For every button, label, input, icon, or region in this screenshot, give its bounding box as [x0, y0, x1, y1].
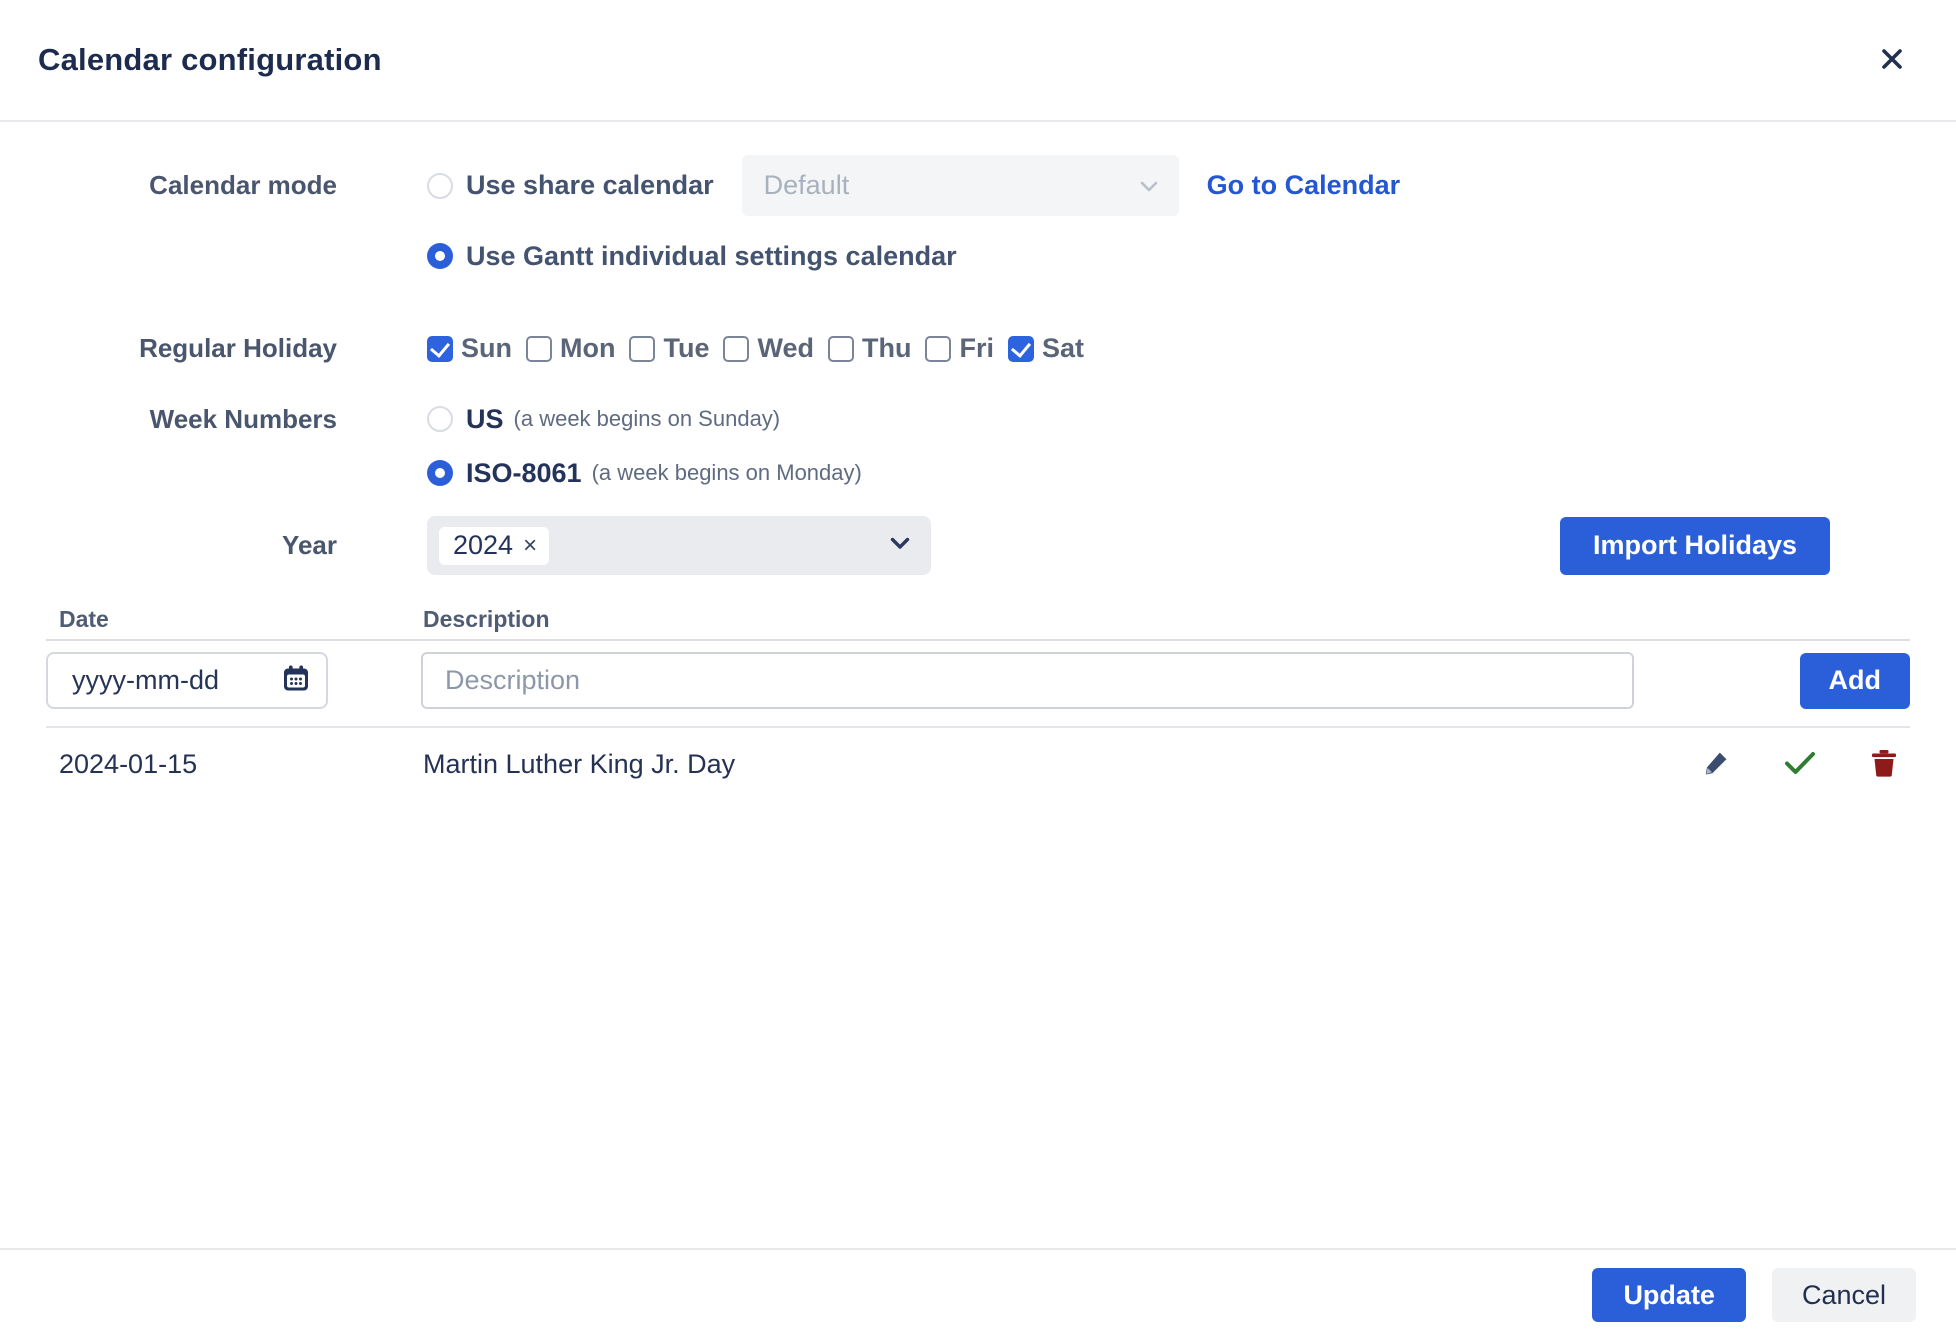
close-icon [1877, 44, 1907, 77]
checkbox-fri[interactable] [925, 336, 951, 362]
calendar-mode-label: Calendar mode [0, 155, 337, 276]
week-numbers-row: Week Numbers US (a week begins on Sunday… [0, 399, 1830, 493]
day-sun: Sun [427, 333, 512, 364]
day-fri: Fri [925, 333, 994, 364]
day-label: Wed [757, 333, 814, 364]
checkbox-sat[interactable] [1008, 336, 1034, 362]
description-input[interactable] [421, 652, 1634, 709]
day-label: Fri [959, 333, 994, 364]
confirm-button[interactable] [1782, 746, 1818, 782]
table-header-row: Date Description [46, 599, 1910, 639]
cancel-button[interactable]: Cancel [1772, 1268, 1916, 1322]
update-button[interactable]: Update [1592, 1268, 1746, 1322]
checkbox-mon[interactable] [526, 336, 552, 362]
holiday-table: Date Description Add [46, 599, 1910, 800]
radio-use-share-calendar[interactable] [427, 173, 453, 199]
share-calendar-select[interactable]: Default [742, 155, 1179, 216]
page-title: Calendar configuration [38, 42, 382, 78]
year-select[interactable]: 2024 × [427, 516, 931, 575]
radio-week-iso[interactable] [427, 460, 453, 486]
day-label: Mon [560, 333, 615, 364]
week-us-note: (a week begins on Sunday) [514, 406, 781, 432]
use-share-calendar-label: Use share calendar [466, 170, 714, 201]
edit-button[interactable] [1698, 746, 1734, 782]
year-tag: 2024 × [439, 527, 549, 565]
radio-use-gantt-calendar[interactable] [427, 243, 453, 269]
year-tag-value: 2024 [453, 530, 513, 561]
day-label: Sun [461, 333, 512, 364]
pencil-icon [1701, 748, 1731, 781]
share-calendar-select-value: Default [764, 170, 850, 201]
day-sat: Sat [1008, 333, 1084, 364]
dialog-footer: Update Cancel [0, 1248, 1956, 1340]
chevron-down-icon [1139, 170, 1159, 201]
regular-holiday-row: Regular Holiday Sun Mon Tue Wed [0, 333, 1830, 364]
date-input[interactable] [46, 652, 328, 709]
add-button[interactable]: Add [1800, 653, 1910, 709]
checkbox-sun[interactable] [427, 336, 453, 362]
checkbox-wed[interactable] [723, 336, 749, 362]
trash-icon [1870, 748, 1898, 781]
day-mon: Mon [526, 333, 615, 364]
holiday-date: 2024-01-15 [46, 749, 421, 780]
table-row: 2024-01-15 Martin Luther King Jr. Day [46, 728, 1910, 800]
week-us-label: US [466, 404, 504, 435]
holiday-description: Martin Luther King Jr. Day [421, 749, 1660, 780]
regular-holiday-label: Regular Holiday [0, 333, 337, 364]
day-tue: Tue [629, 333, 709, 364]
checkbox-tue[interactable] [629, 336, 655, 362]
radio-week-us[interactable] [427, 406, 453, 432]
day-thu: Thu [828, 333, 911, 364]
week-iso-note: (a week begins on Monday) [592, 460, 862, 486]
dialog-header: Calendar configuration [0, 0, 1956, 122]
regular-holiday-checkbox-group: Sun Mon Tue Wed Thu [427, 333, 1830, 364]
go-to-calendar-link[interactable]: Go to Calendar [1207, 170, 1401, 201]
year-row: Year 2024 × Import Holidays [0, 516, 1830, 575]
week-numbers-label: Week Numbers [0, 399, 337, 493]
checkbox-thu[interactable] [828, 336, 854, 362]
day-label: Tue [663, 333, 709, 364]
import-holidays-button[interactable]: Import Holidays [1560, 517, 1830, 575]
year-label: Year [0, 530, 337, 561]
calendar-mode-row: Calendar mode Use share calendar Default… [0, 155, 1830, 276]
close-button[interactable] [1870, 38, 1914, 82]
delete-button[interactable] [1866, 746, 1902, 782]
description-column-header: Description [421, 606, 1660, 633]
remove-tag-icon[interactable]: × [523, 534, 537, 558]
day-label: Thu [862, 333, 911, 364]
add-holiday-row: Add [46, 641, 1910, 726]
use-gantt-calendar-label: Use Gantt individual settings calendar [466, 241, 957, 272]
day-wed: Wed [723, 333, 814, 364]
day-label: Sat [1042, 333, 1084, 364]
week-iso-label: ISO-8061 [466, 458, 582, 489]
date-column-header: Date [46, 606, 421, 633]
check-icon [1784, 750, 1816, 779]
calendar-config-form: Calendar mode Use share calendar Default… [0, 122, 1956, 575]
chevron-down-icon [889, 536, 911, 556]
